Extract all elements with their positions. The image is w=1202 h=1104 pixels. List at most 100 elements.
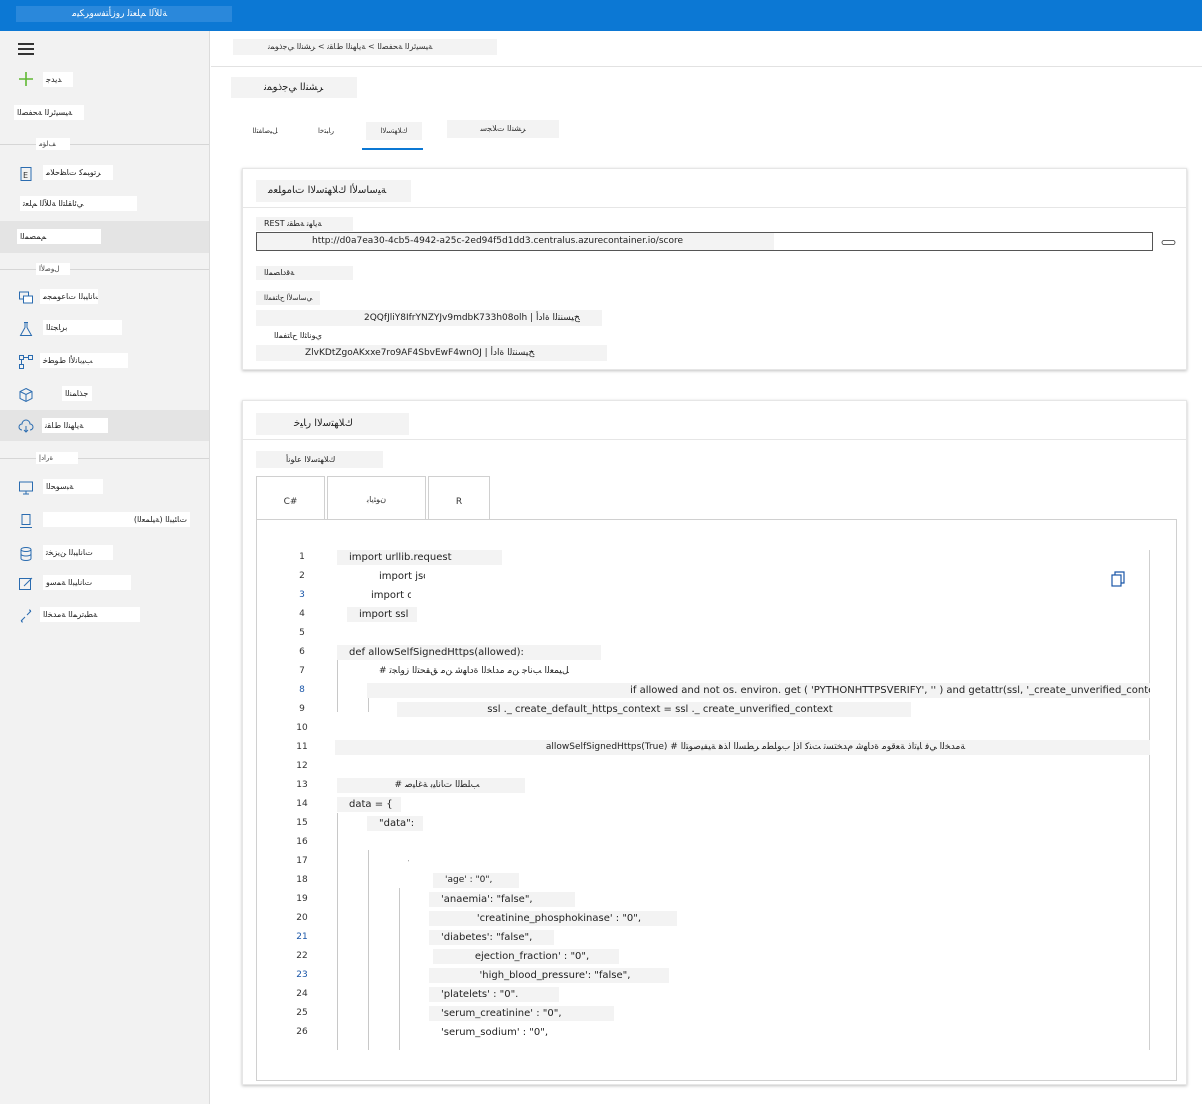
line-number: 24 [296,989,308,999]
code-line: 26 'serum_sodium' : "0", [257,1023,1150,1042]
tab-test[interactable]: رﺎﺒﺘﺧا [313,122,339,140]
code-line: 21 'diabetes': "false", [257,928,1150,947]
code-sample-panel: 1 import urllib.request 2 import json 3 impor… [256,519,1177,1081]
line-number: 3 [299,590,305,600]
code-text: 'serum_creatinine' : "0", [429,1006,614,1021]
code-text: "data": [367,816,423,831]
code-text: data = { [337,797,401,812]
line-number: 23 [296,970,308,980]
sidebar-item-models[interactable]: جذﺎﻤﻨﻟا [0,381,209,409]
sidebar-item-home[interactable]: ﺔﻴﺴﻴﺋﺮﻟا ﺔﺤﻔﺼﻟا [0,101,209,123]
breadcrumb[interactable]: ﺔﻴﺴﻴﺋﺮﻟا ﺔﺤﻔﺼﻟا > ﺔﻳﺎﻬﻨﻟا طﺎﻘﻧ > ﺮﺸﻨﻟا ﻲ… [233,39,497,55]
sidebar-label: تﺎﻧﺎﻴﺒﻟا ﻦﻳﺰﺨﺗ [43,545,113,560]
code-text: import json [379,571,425,582]
tab-deployment-logs[interactable]: ﺮﺸﻨﻟا تﻼﺠﺳ [447,120,559,138]
rest-endpoint-label: REST ﺔﻳﺎﻬﻧ ﺔﻄﻘﻧ [256,217,353,231]
sidebar-item-pipelines[interactable]: ﺐﻴﺑﺎﻧﻷا طﻮﻄﺧ [0,348,209,376]
pipeline-icon [19,355,33,369]
sidebar-item-automl[interactable]: ﻲﺋﺎﻘﻠﺘﻟا ﺔﻟﻶﻟا ﻢﻠﻌﺗ [0,191,209,219]
code-line: 23 'high_blood_pressure': "false", [257,966,1150,985]
line-number: 21 [296,932,308,942]
code-text: ssl ._ create_default_https_context = ss… [397,702,911,717]
consume-options-title: كﻼﻬﺘﺳﻻا رﺎﻴﺧ [256,413,409,435]
rest-endpoint-url-field[interactable]: http://d0a7ea30-4cb5-4942-a25c-2ed94f5d1… [256,232,1153,251]
code-line: 22 ejection_fraction' : "0", [257,947,1150,966]
code-line: 15 "data": [257,814,1150,833]
line-number: 16 [296,837,308,847]
code-line: 2 import json [257,567,1150,586]
sidebar-label: جذﺎﻤﻨﻟا [62,386,92,401]
line-number: 13 [296,780,308,790]
sidebar-label: برﺎﺠﺘﻟا [43,320,122,335]
line-number: 5 [299,628,305,638]
code-line: 11 allowSelfSignedHttps(True) # ﺔﻣﺪﺨﻟا ﻲﻓ… [257,738,1150,757]
code-line: 10 [257,719,1150,738]
link-icon [20,609,32,623]
secondary-key-value[interactable]: ZlvKDtZgoAKxxe7ro9AF4SbvEwF4wnOJ | ﺦﻴﺴﻨﺘ… [256,345,607,361]
app-title[interactable]: ﺔﻟﻶﻟا ﻢﻠﻌﺘﻟ روزﺄﺘﻔﺳوﺮﻜﻴﻣ [16,6,232,22]
line-number: 2 [299,571,305,581]
sidebar-item-data-labeling[interactable]: تﺎﻧﺎﻴﺒﻟا ﺔﻤﺳو [0,570,209,598]
line-number: 26 [296,1027,308,1037]
code-line: 24 'platelets' : "0". [257,985,1150,1004]
tab-details[interactable]: ﻞﻴﺻﺎﻔﺘﻟا [245,122,285,140]
primary-key-value[interactable]: 2QQfJliY8IfrYNZYJv9mdbK733h08olh | ﺦﻴﺴﻨﺘ… [256,310,602,326]
header-divider [211,66,1202,67]
sidebar-divider [0,458,209,459]
sidebar-item-notebooks[interactable]: E ﺮﺗﻮﺒﻤﻛ تﺎﻈﺣﻼﻣ [0,160,209,188]
sidebar-item-datastores[interactable]: تﺎﻧﺎﻴﺒﻟا ﻦﻳﺰﺨﺗ [0,540,209,568]
code-line: 6 def allowSelfSignedHttps(allowed): [257,643,1150,662]
code-line: 5 [257,624,1150,643]
line-number: 15 [296,818,308,828]
code-text: [ [367,835,379,850]
code-line: 14 data = { [257,795,1150,814]
code-line: 18 'age' : "0", [257,871,1150,890]
sidebar-item-compute[interactable]: ﺔﺒﺳﻮﺤﻟا [0,474,209,502]
consumption-type-label: كﻼﻬﺘﺳﻻا عاﻮﻧأ [256,451,383,468]
plus-icon [19,72,33,86]
sidebar-divider [0,144,209,145]
code-text: import ssl [347,607,417,622]
sidebar-item-environments[interactable]: (ﺔﻴﻠﻤﻌﻟا) تﺎﺌﻴﺒﻟا [0,507,209,535]
sidebar-label: تﺎﻧﺎﻴﺒﻟا تﺎﻋﻮﻤﺠﻣ [40,289,98,304]
sidebar-label: ﻲﺋﺎﻘﻠﺘﻟا ﺔﻟﻶﻟا ﻢﻠﻌﺗ [20,196,137,211]
cube-icon [19,387,33,403]
new-button[interactable]: ﺪﻳﺪﺟ [0,67,209,95]
database-icon [20,547,32,562]
datasets-icon [19,291,33,304]
code-line: 25 'serum_creatinine' : "0", [257,1004,1150,1023]
code-editor[interactable]: 1 import urllib.request 2 import json 3 impor… [257,548,1150,1050]
code-line: 4 import ssl [257,605,1150,624]
sidebar-item-endpoints[interactable]: ﺔﻳﺎﻬﻨﻟا طﺎﻘﻧ [0,410,209,441]
code-text: 'age' : "0", [433,873,519,888]
code-text: { [395,854,409,869]
tab-consume[interactable]: كﻼﻬﺘﺳﻻا [366,122,422,140]
code-line: 8 if allowed and not os. environ. get ( '… [257,681,1150,700]
sidebar-item-experiments[interactable]: برﺎﺠﺘﻟا [0,315,209,343]
line-number: 1 [299,552,305,562]
new-label: ﺪﻳﺪﺟ [43,72,73,87]
hamburger-menu-icon[interactable] [18,43,34,55]
sidebar-item-designer[interactable]: ﻢﻤﺼﻤﻟا [0,221,209,253]
code-line: 13 # ﺐﻠﻄﻟا تﺎﻧﺎﻴﺑ ﺔﻏﺎﻴﺻ [257,776,1150,795]
code-line: 1 import urllib.request [257,548,1150,567]
language-tab-csharp[interactable]: C# [256,476,325,520]
copy-icon[interactable] [1160,233,1177,250]
environment-icon [20,514,32,528]
sidebar-item-datasets[interactable]: تﺎﻧﺎﻴﺒﻟا تﺎﻋﻮﻤﺠﻣ [0,284,209,312]
active-tab-indicator [362,148,423,150]
consume-options-card: كﻼﻬﺘﺳﻻا رﺎﻴﺧ كﻼﻬﺘﺳﻻا عاﻮﻧأ C# نﻮﺜﻳﺎﺑ R 1… [242,400,1187,1085]
line-number: 4 [299,609,305,619]
language-tab-python[interactable]: نﻮﺜﻳﺎﺑ [327,476,426,520]
language-tab-r[interactable]: R [428,476,490,520]
code-line: 16 [ [257,833,1150,852]
code-text: 'anaemia': "false", [429,892,575,907]
code-line: 7 # ﻞﻴﻤﻌﻟا ﺐﻧﺎﺟ ﻦﻣ مدﺎﺨﻟا ةدﺎﻬﺷ ﻦﻣ ﻖﻘﺤﺘﻟا… [257,662,1150,681]
code-text: # ﻞﻴﻤﻌﻟا ﺐﻧﺎﺟ ﻦﻣ مدﺎﺨﻟا ةدﺎﻬﺷ ﻦﻣ ﻖﻘﺤﺘﻟا … [379,666,569,676]
code-text: 'serum_sodium' : "0", [441,1027,549,1038]
flask-icon [19,322,33,336]
top-bar: ﺔﻟﻶﻟا ﻢﻠﻌﺘﻟ روزﺄﺘﻔﺳوﺮﻜﻴﻣ [0,0,1202,31]
sidebar-item-linked-services[interactable]: ﺔﻄﺒﺗﺮﻤﻟا ﺔﻣﺪﺨﻟا [0,602,209,630]
svg-text:E: E [23,171,28,180]
section-assets: لﻮﺻﻷا [36,263,70,275]
